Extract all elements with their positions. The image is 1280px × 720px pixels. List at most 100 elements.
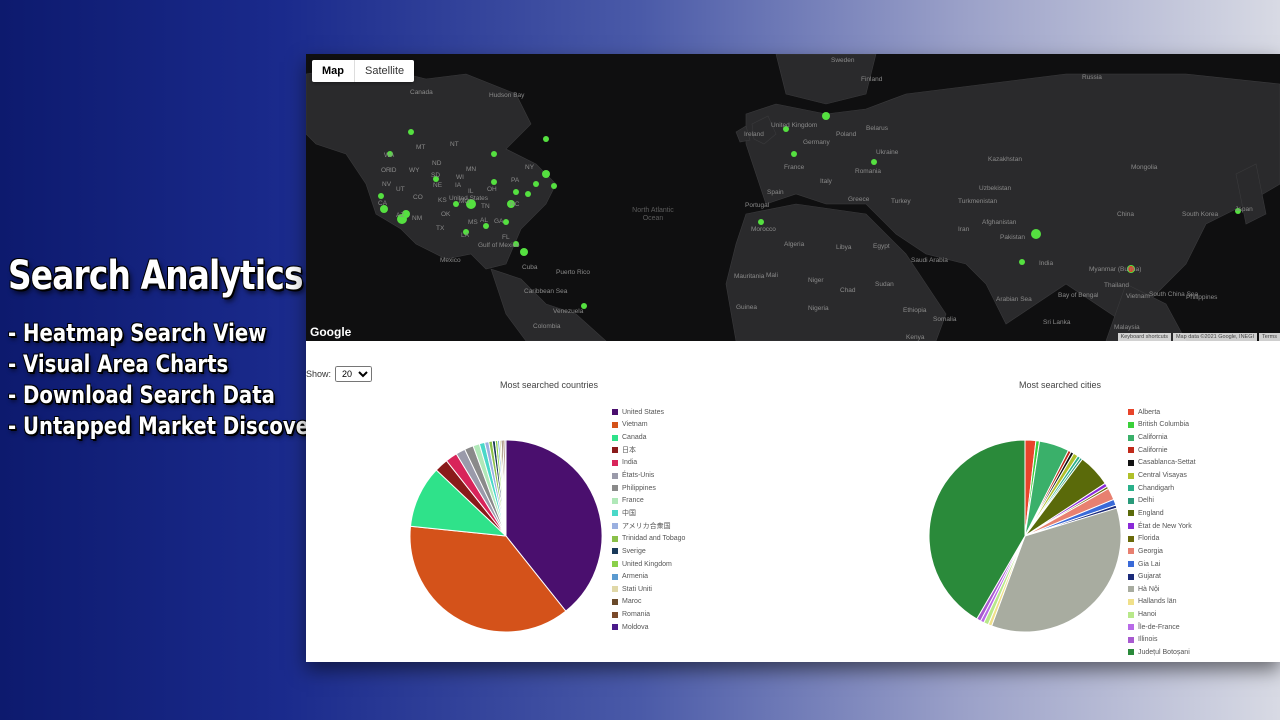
- terms-link[interactable]: Terms: [1259, 333, 1280, 341]
- map-label: Saudi Arabia: [911, 257, 948, 264]
- feature-item: - Heatmap Search View: [8, 319, 267, 347]
- map-label: MN: [466, 166, 477, 173]
- promo-title: Search Analytics: [8, 253, 303, 299]
- legend-label: 中国: [622, 510, 636, 518]
- map-label: Niger: [808, 277, 824, 284]
- show-label: Show:: [306, 369, 332, 379]
- legend-swatch: [1128, 510, 1134, 517]
- legend-swatch: [612, 535, 618, 542]
- legend-swatch: [1128, 573, 1134, 580]
- legend-item[interactable]: Gia Lai: [1128, 558, 1196, 571]
- map-label: IA: [455, 182, 462, 189]
- legend-swatch: [1128, 447, 1134, 454]
- heatmap-map[interactable]: Map Satellite Sweden Finland Russia Cana…: [306, 54, 1280, 341]
- legend-item[interactable]: Illinois: [1128, 634, 1196, 647]
- map-label: WI: [456, 174, 464, 181]
- legend-item[interactable]: Chandigarh: [1128, 482, 1196, 495]
- map-label: Ukraine: [876, 149, 899, 156]
- map-label: Sweden: [831, 57, 855, 64]
- legend-item[interactable]: Moldova: [612, 621, 685, 634]
- map-label: Mongolia: [1131, 164, 1158, 171]
- legend-label: Canada: [622, 434, 647, 442]
- legend-swatch: [612, 421, 618, 428]
- legend-item[interactable]: Hanoi: [1128, 608, 1196, 621]
- cities-pie-chart: [928, 439, 1122, 633]
- legend-item[interactable]: Hà Nội: [1128, 583, 1196, 596]
- map-type-map-button[interactable]: Map: [312, 60, 355, 82]
- legend-item[interactable]: Județul Botoșani: [1128, 646, 1196, 659]
- legend-label: United States: [622, 408, 665, 416]
- map-label: Turkey: [891, 198, 911, 205]
- map-label: Hudson Bay: [489, 92, 525, 99]
- map-label: Greece: [848, 196, 870, 203]
- legend-item[interactable]: Gujarat: [1128, 570, 1196, 583]
- map-type-satellite-button[interactable]: Satellite: [355, 60, 414, 82]
- legend-swatch: [1128, 636, 1134, 643]
- map-label: Belarus: [866, 125, 889, 132]
- legend-item[interactable]: Florida: [1128, 532, 1196, 545]
- legend-item[interactable]: United Kingdom: [612, 558, 685, 571]
- map-label: NT: [450, 141, 459, 148]
- keyboard-shortcuts-link[interactable]: Keyboard shortcuts: [1117, 333, 1171, 341]
- map-label: Caribbean Sea: [524, 288, 568, 295]
- map-label: Egypt: [873, 243, 890, 250]
- map-label: Afghanistan: [982, 219, 1017, 226]
- legend-item[interactable]: Vietnam: [612, 419, 685, 432]
- legend-item[interactable]: England: [1128, 507, 1196, 520]
- legend-label: France: [622, 497, 644, 505]
- legend-item[interactable]: California: [1128, 431, 1196, 444]
- legend-item[interactable]: Trinidad and Tobago: [612, 532, 685, 545]
- google-logo: Google: [310, 325, 352, 339]
- legend-item[interactable]: Georgia: [1128, 545, 1196, 558]
- map-label: Turkmenistan: [958, 198, 998, 205]
- legend-item[interactable]: Armenia: [612, 570, 685, 583]
- legend-label: Florida: [1138, 535, 1160, 543]
- feature-item: - Untapped Market Discovery: [8, 412, 332, 440]
- legend-swatch: [1128, 535, 1134, 542]
- legend-item[interactable]: Alberta: [1128, 406, 1196, 419]
- legend-item[interactable]: 日本: [612, 444, 685, 457]
- legend-item[interactable]: Central Visayas: [1128, 469, 1196, 482]
- legend-swatch: [612, 548, 618, 555]
- legend-swatch: [1128, 421, 1134, 428]
- legend-item[interactable]: Stati Uniti: [612, 583, 685, 596]
- legend-item[interactable]: Sverige: [612, 545, 685, 558]
- legend-item[interactable]: United States: [612, 406, 685, 419]
- legend-item[interactable]: France: [612, 494, 685, 507]
- legend-item[interactable]: Casablanca-Settat: [1128, 457, 1196, 470]
- legend-item[interactable]: Île-de-France: [1128, 621, 1196, 634]
- legend-item[interactable]: Canada: [612, 431, 685, 444]
- legend-label: England: [1138, 509, 1164, 517]
- legend-label: Georgia: [1138, 547, 1163, 555]
- legend-item[interactable]: 中国: [612, 507, 685, 520]
- cities-chart-title: Most searched cities: [1019, 380, 1102, 390]
- legend-item[interactable]: Californie: [1128, 444, 1196, 457]
- map-label: ND: [432, 160, 442, 167]
- legend-item[interactable]: Hallands län: [1128, 596, 1196, 609]
- map-label: South China Sea: [1149, 291, 1199, 298]
- legend-item[interactable]: États-Unis: [612, 469, 685, 482]
- countries-chart-title: Most searched countries: [500, 380, 599, 390]
- legend-label: Gia Lai: [1138, 560, 1161, 568]
- legend-swatch: [1128, 649, 1134, 656]
- show-count-select[interactable]: 20: [335, 366, 373, 382]
- map-label: AL: [480, 217, 488, 224]
- map-attribution: Keyboard shortcuts Map data ©2021 Google…: [1116, 333, 1280, 341]
- legend-item[interactable]: Delhi: [1128, 494, 1196, 507]
- map-label: MS: [468, 219, 478, 226]
- legend-item[interactable]: India: [612, 457, 685, 470]
- legend-item[interactable]: Romania: [612, 608, 685, 621]
- legend-label: Vietnam: [622, 421, 648, 429]
- legend-swatch: [1128, 523, 1134, 530]
- legend-item[interactable]: アメリカ合衆国: [612, 520, 685, 533]
- feature-item: - Visual Area Charts: [8, 350, 229, 378]
- map-label: Puerto Rico: [556, 269, 590, 276]
- map-label: Guinea: [736, 304, 757, 311]
- legend-item[interactable]: British Columbia: [1128, 419, 1196, 432]
- map-label: Japan: [1235, 206, 1253, 213]
- map-label: NC: [510, 201, 520, 208]
- legend-item[interactable]: Philippines: [612, 482, 685, 495]
- legend-item[interactable]: État de New York: [1128, 520, 1196, 533]
- map-label: WY: [409, 167, 420, 174]
- legend-item[interactable]: Maroc: [612, 596, 685, 609]
